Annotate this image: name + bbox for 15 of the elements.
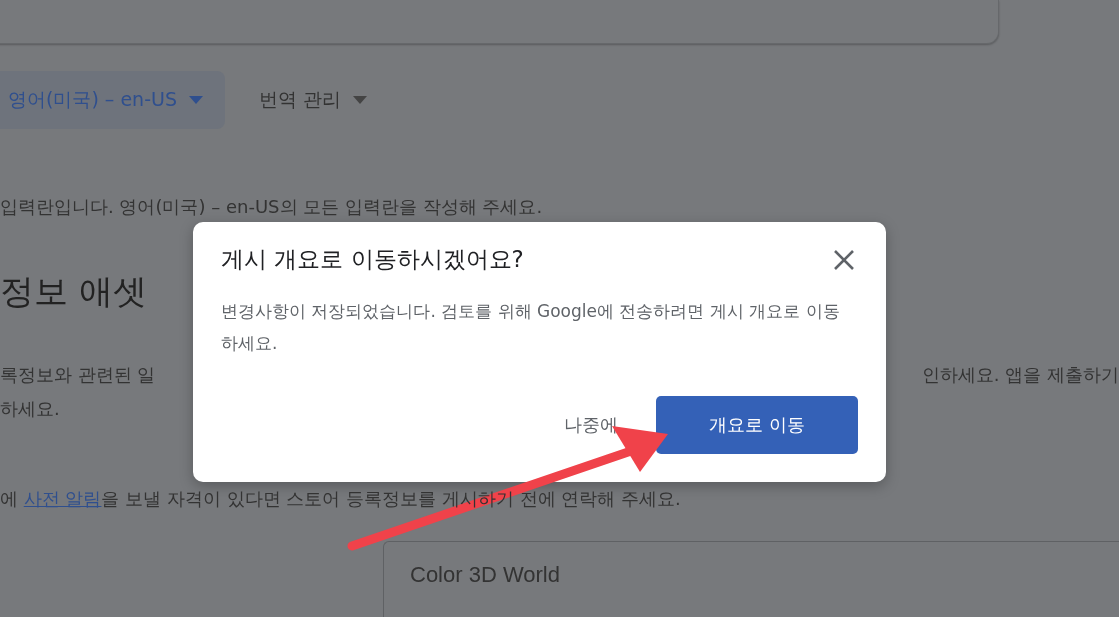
description-text: 하세요. bbox=[0, 397, 60, 421]
go-to-overview-button[interactable]: 개요로 이동 bbox=[656, 396, 858, 454]
caret-icon bbox=[188, 96, 203, 104]
section-heading: 정보 애셋 bbox=[0, 270, 147, 313]
later-button[interactable]: 나중에 bbox=[556, 396, 626, 454]
dialog-title: 게시 개요로 이동하시겠어요? bbox=[221, 245, 524, 274]
app-name-field[interactable]: Color 3D World bbox=[410, 562, 710, 588]
caret-icon bbox=[353, 96, 367, 104]
pre-alert-link[interactable]: 사전 알림 bbox=[23, 488, 102, 509]
dialog-message: 변경사항이 저장되었습니다. 검토를 위해 Google에 전송하려면 게시 개요로 이동하세요. bbox=[221, 300, 841, 355]
description-text: 록정보와 관련된 일 bbox=[0, 363, 156, 387]
language-dropdown[interactable]: 영어(미국) – en-US bbox=[0, 71, 225, 129]
notice-text: 입력란입니다. 영어(미국) – en-US의 모든 입력란을 작성해 주세요. bbox=[0, 195, 543, 219]
translation-dropdown[interactable]: 번역 관리 bbox=[252, 86, 373, 114]
description-text: 인하세요. 앱을 제출하기 bbox=[921, 363, 1119, 387]
